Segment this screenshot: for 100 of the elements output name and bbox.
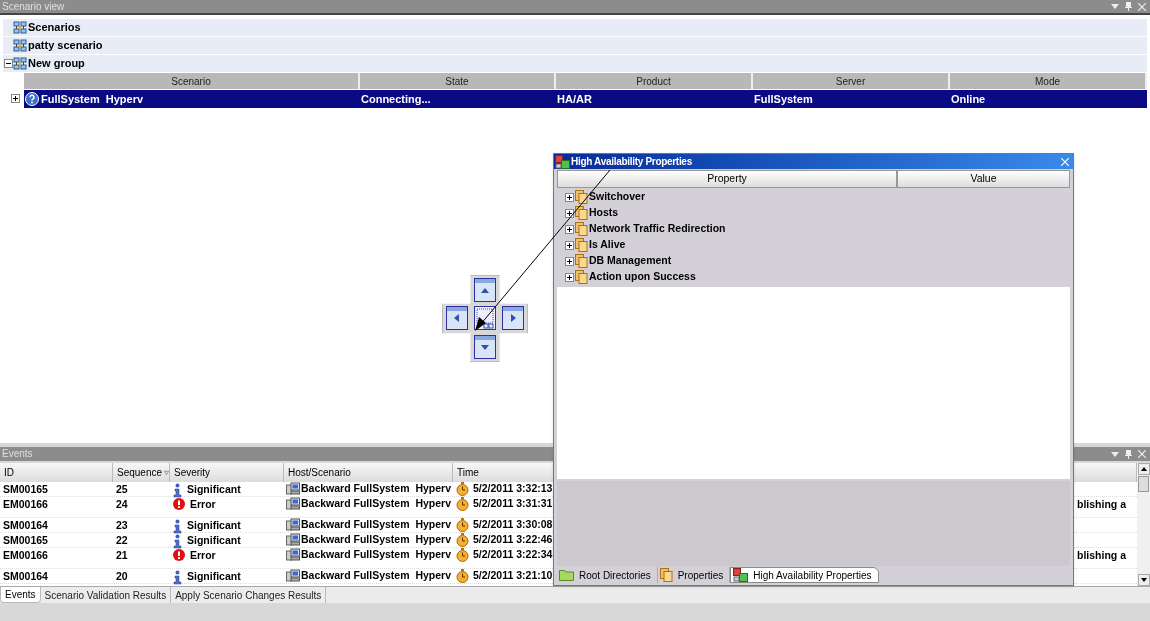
table-cell-text: FullSystem Hyperv: [41, 91, 144, 107]
table-cell: 22: [116, 534, 128, 547]
column-header[interactable]: State: [360, 73, 556, 89]
stopwatch-icon: [456, 482, 469, 496]
property-name[interactable]: Switchover: [589, 189, 646, 205]
table-cell: SM00164: [3, 570, 48, 583]
table-cell: Backward FullSystem Hyperv: [301, 518, 451, 531]
expand-icon[interactable]: [11, 94, 20, 103]
table-cell-text: Connecting...: [361, 91, 431, 107]
property-name[interactable]: Hosts: [589, 205, 619, 221]
scroll-down-icon[interactable]: [1137, 574, 1150, 586]
property-name[interactable]: Network Traffic Redirection: [589, 221, 726, 237]
info-icon: [173, 483, 182, 498]
error-icon: [173, 549, 185, 561]
scenario-row[interactable]: FullSystem Hyperv Connecting... HA/AR FullSystem Online: [24, 90, 1147, 108]
pin-icon[interactable]: [1125, 2, 1132, 11]
table-cell: 5/2/2011 3:22:34: [473, 548, 553, 561]
expand-icon[interactable]: [565, 256, 574, 266]
stopwatch-icon: [456, 569, 469, 583]
group-row[interactable]: New group: [3, 55, 1147, 72]
group-name: Scenarios: [27, 20, 81, 36]
tab[interactable]: Events: [0, 587, 41, 603]
scroll-thumb[interactable]: [1138, 476, 1149, 492]
table-cell: Backward FullSystem Hyperv: [301, 482, 451, 495]
table-cell: Significant: [187, 570, 241, 583]
dock-top-button[interactable]: [474, 278, 496, 303]
network-group-icon: [13, 20, 27, 35]
dropdown-icon[interactable]: [1111, 4, 1119, 9]
group-name: New group: [27, 56, 85, 72]
servers-icon: [733, 568, 749, 582]
pages-icon: [575, 206, 588, 220]
column-header[interactable]: Server: [753, 73, 950, 89]
question-circle-icon: [25, 92, 39, 106]
dropdown-icon[interactable]: [1111, 451, 1119, 457]
stopwatch-icon: [456, 533, 469, 547]
computer-icon: [286, 482, 300, 495]
column-header[interactable]: Scenario: [24, 73, 360, 89]
stopwatch-icon: [456, 518, 469, 532]
table-cell: 24: [116, 498, 128, 511]
computer-icon: [286, 548, 300, 561]
expand-icon[interactable]: [565, 208, 574, 218]
tab[interactable]: Root Directories: [557, 567, 658, 583]
network-group-icon: [13, 56, 27, 71]
group-row[interactable]: patty scenario: [3, 37, 1147, 54]
computer-icon: [286, 569, 300, 582]
computer-icon: [286, 518, 300, 531]
table-cell: Significant: [187, 483, 241, 496]
table-cell: 5/2/2011 3:21:10: [473, 569, 553, 582]
table-cell-text: HA/AR: [557, 91, 592, 107]
expand-icon[interactable]: [565, 224, 574, 234]
folder-icon: [559, 569, 574, 581]
property-name[interactable]: DB Management: [589, 253, 672, 269]
column-header[interactable]: Value: [897, 170, 1070, 188]
pin-icon[interactable]: [1125, 449, 1132, 459]
table-cell-text: Online: [951, 91, 986, 107]
stopwatch-icon: [456, 497, 469, 511]
tab[interactable]: High Availability Properties: [730, 567, 879, 583]
column-header[interactable]: Host/Scenario: [284, 463, 453, 482]
table-cell: Error: [190, 498, 216, 511]
pages-icon: [575, 238, 588, 252]
scrollbar[interactable]: [1137, 463, 1150, 586]
pane-title: Events: [1, 449, 33, 459]
table-cell: 5/2/2011 3:31:31: [473, 497, 553, 510]
expand-icon[interactable]: [565, 272, 574, 282]
table-cell: 5/2/2011 3:32:13: [473, 482, 553, 495]
close-icon[interactable]: [1138, 450, 1146, 458]
stopwatch-icon: [456, 548, 469, 562]
table-cell: EM00166: [3, 498, 48, 511]
pages-icon: [575, 254, 588, 268]
column-header[interactable]: Mode: [950, 73, 1147, 89]
close-icon[interactable]: [1138, 2, 1146, 11]
pane-title: Scenario view: [1, 1, 65, 12]
table-cell: Backward FullSystem Hyperv: [301, 533, 451, 546]
group-row[interactable]: Scenarios: [3, 19, 1147, 36]
collapse-icon[interactable]: [3, 59, 13, 68]
table-cell: SM00164: [3, 519, 48, 532]
table-cell: EM00166: [3, 549, 48, 562]
computer-icon: [286, 533, 300, 546]
property-name[interactable]: Is Alive: [589, 237, 626, 253]
table-cell: 23: [116, 519, 128, 532]
table-cell: Backward FullSystem Hyperv: [301, 548, 451, 561]
expand-icon[interactable]: [565, 240, 574, 250]
tab[interactable]: Apply Scenario Changes Results: [171, 587, 327, 603]
dock-bottom-button[interactable]: [474, 334, 496, 359]
tab[interactable]: Scenario Validation Results: [40, 587, 172, 603]
tab[interactable]: Properties: [657, 567, 731, 583]
column-header[interactable]: Property: [557, 170, 897, 188]
scroll-up-icon[interactable]: [1137, 463, 1150, 475]
pages-icon: [575, 222, 588, 236]
dock-left-button[interactable]: [446, 306, 468, 331]
column-header[interactable]: Sequence: [113, 463, 170, 482]
dock-right-button[interactable]: [502, 306, 524, 331]
column-header[interactable]: Product: [556, 73, 753, 89]
table-cell: blishing a: [1077, 549, 1126, 562]
expand-icon[interactable]: [565, 192, 574, 202]
property-name[interactable]: Action upon Success: [589, 269, 696, 285]
column-header[interactable]: Severity: [170, 463, 284, 482]
table-cell: Significant: [187, 534, 241, 547]
table-cell-text: FullSystem: [754, 91, 813, 107]
column-header[interactable]: ID: [0, 463, 113, 482]
